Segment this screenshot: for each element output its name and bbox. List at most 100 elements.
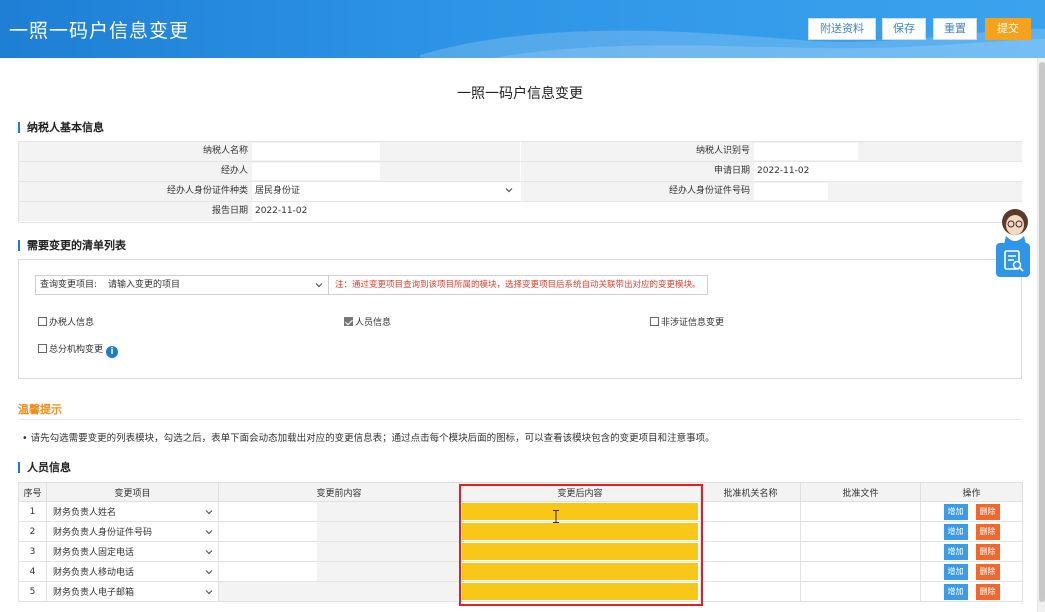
taxpayer-name-label: 纳税人名称 <box>19 142 252 161</box>
query-change-item-select[interactable]: 查询变更项目: 请输入变更的项目 <box>35 275 329 295</box>
row-operations: 增加 删除 <box>920 501 1023 522</box>
checkbox-label: 人员信息 <box>355 318 392 328</box>
info-icon[interactable]: i <box>106 346 119 358</box>
agent-id-type-value: 居民身份证 <box>255 186 301 196</box>
col-header-seq: 序号 <box>18 482 47 502</box>
table-row: 4 财务负责人移动电话 增加 删除 <box>18 561 1023 582</box>
after-content-input[interactable] <box>459 581 701 602</box>
change-item-select[interactable]: 财务负责人固定电话 <box>46 541 219 562</box>
add-row-button[interactable]: 增加 <box>943 563 968 580</box>
delete-row-button[interactable]: 删除 <box>975 583 1000 600</box>
add-row-button[interactable]: 增加 <box>943 583 968 600</box>
checkbox-branch-change[interactable]: 总分机构变更 i <box>38 344 119 358</box>
add-row-button[interactable]: 增加 <box>943 523 968 540</box>
chevron-down-icon <box>205 550 213 555</box>
report-date-label: 报告日期 <box>19 202 252 221</box>
checkbox-box[interactable] <box>650 317 659 326</box>
reset-button[interactable]: 重置 <box>933 18 977 40</box>
approval-org-input[interactable] <box>700 541 801 562</box>
checkbox-label: 非涉证信息变更 <box>661 318 725 328</box>
change-item-value: 财务负责人移动电话 <box>53 568 135 578</box>
approval-org-input[interactable] <box>700 581 801 602</box>
row-seq: 5 <box>18 581 47 602</box>
delete-row-button[interactable]: 删除 <box>975 523 1000 540</box>
checkbox-personnel-info[interactable]: 人员信息 <box>344 317 391 329</box>
report-date-value: 2022-11-02 <box>252 202 520 221</box>
table-row: 1 财务负责人姓名 增加 删除 <box>18 501 1023 522</box>
col-header-after: 变更后内容 <box>459 482 701 502</box>
change-item-value: 财务负责人姓名 <box>53 508 117 518</box>
approval-doc-input[interactable] <box>800 581 921 602</box>
checkbox-box[interactable] <box>38 317 47 326</box>
section-title-personnel: 人员信息 <box>18 462 71 473</box>
taxpayer-id-label: 纳税人识别号 <box>521 142 754 161</box>
add-row-button[interactable]: 增加 <box>943 543 968 560</box>
approval-doc-input[interactable] <box>800 501 921 522</box>
personnel-table: 序号 变更项目 变更前内容 变更后内容 批准机关名称 批准文件 操作 1 财务负… <box>18 482 1023 602</box>
col-header-approval-doc: 批准文件 <box>800 482 921 502</box>
after-content-input[interactable] <box>459 541 701 562</box>
change-item-value: 财务负责人固定电话 <box>53 548 135 558</box>
chevron-down-icon <box>205 510 213 515</box>
delete-row-button[interactable]: 删除 <box>975 563 1000 580</box>
add-row-button[interactable]: 增加 <box>943 503 968 520</box>
query-placeholder: 请输入变更的项目 <box>108 280 181 290</box>
approval-org-input[interactable] <box>700 521 801 542</box>
submit-button[interactable]: 提交 <box>985 18 1031 40</box>
table-row: 5 财务负责人电子邮箱 增加 删除 <box>18 581 1023 602</box>
empty-cell <box>521 202 1022 221</box>
checkbox-box-checked[interactable] <box>344 317 353 326</box>
checkbox-tax-officer-info[interactable]: 办税人信息 <box>38 317 94 329</box>
change-item-value: 财务负责人电子邮箱 <box>53 588 135 598</box>
divider <box>18 419 1022 420</box>
chevron-down-icon <box>205 530 213 535</box>
save-button[interactable]: 保存 <box>882 18 926 40</box>
attach-docs-button[interactable]: 附送资料 <box>808 18 876 40</box>
col-header-operations: 操作 <box>920 482 1023 502</box>
checkbox-box[interactable] <box>38 344 47 353</box>
change-item-value: 财务负责人身份证件号码 <box>53 528 153 538</box>
approval-org-input[interactable] <box>700 561 801 582</box>
query-note: 注：通过变更项目查询到该项目所属的模块，选择变更项目后系统自动关联带出对应的变更… <box>329 275 708 295</box>
change-item-select[interactable]: 财务负责人身份证件号码 <box>46 521 219 542</box>
before-content-cell <box>218 541 460 562</box>
text-cursor-icon <box>553 510 559 523</box>
after-content-input[interactable] <box>459 561 701 582</box>
agent-id-type-select[interactable]: 居民身份证 <box>252 182 520 201</box>
section-title-change-list: 需要变更的清单列表 <box>18 240 126 251</box>
scrollbar-thumb[interactable] <box>1039 62 1045 602</box>
checkbox-non-cert-info[interactable]: 非涉证信息变更 <box>650 317 724 329</box>
approval-doc-input[interactable] <box>800 561 921 582</box>
taxpayer-id-field[interactable] <box>754 142 1022 161</box>
document-search-icon <box>1004 250 1024 272</box>
agent-label: 经办人 <box>19 162 252 181</box>
delete-row-button[interactable]: 删除 <box>975 503 1000 520</box>
delete-row-button[interactable]: 删除 <box>975 543 1000 560</box>
service-document-button[interactable] <box>996 243 1030 277</box>
change-item-select[interactable]: 财务负责人电子邮箱 <box>46 581 219 602</box>
before-content-cell <box>218 561 460 582</box>
taxpayer-name-field[interactable] <box>252 142 520 161</box>
before-content-cell <box>218 521 460 542</box>
change-item-select[interactable]: 财务负责人移动电话 <box>46 561 219 582</box>
after-content-input[interactable] <box>459 501 701 522</box>
page-title: 一照一码户信息变更 <box>457 86 583 102</box>
agent-id-no-label: 经办人身份证件号码 <box>521 182 754 201</box>
tips-text-content: 请先勾选需要变更的列表模块，勾选之后，表单下面会动态加载出对应的变更信息表；通过… <box>30 433 715 444</box>
tips-text: • 请先勾选需要变更的列表模块，勾选之后，表单下面会动态加载出对应的变更信息表；… <box>22 433 715 444</box>
assistant-avatar-icon[interactable] <box>998 206 1032 244</box>
chevron-down-icon <box>205 590 213 595</box>
agent-id-no-field[interactable] <box>754 182 1022 201</box>
basic-info-grid: 纳税人名称 纳税人识别号 经办人 申请日期 2022-11-02 经办人身份证件… <box>18 141 1022 223</box>
vertical-scrollbar[interactable] <box>1037 58 1045 612</box>
approval-doc-input[interactable] <box>800 541 921 562</box>
change-item-select[interactable]: 财务负责人姓名 <box>46 501 219 522</box>
header-bar: 一照一码户信息变更 附送资料 保存 重置 提交 <box>0 0 1045 58</box>
agent-id-type-label: 经办人身份证件种类 <box>19 182 252 201</box>
checkbox-label: 办税人信息 <box>49 318 95 328</box>
chevron-down-icon <box>205 570 213 575</box>
approval-org-input[interactable] <box>700 501 801 522</box>
approval-doc-input[interactable] <box>800 521 921 542</box>
agent-field[interactable] <box>252 162 520 181</box>
after-content-input[interactable] <box>459 521 701 542</box>
